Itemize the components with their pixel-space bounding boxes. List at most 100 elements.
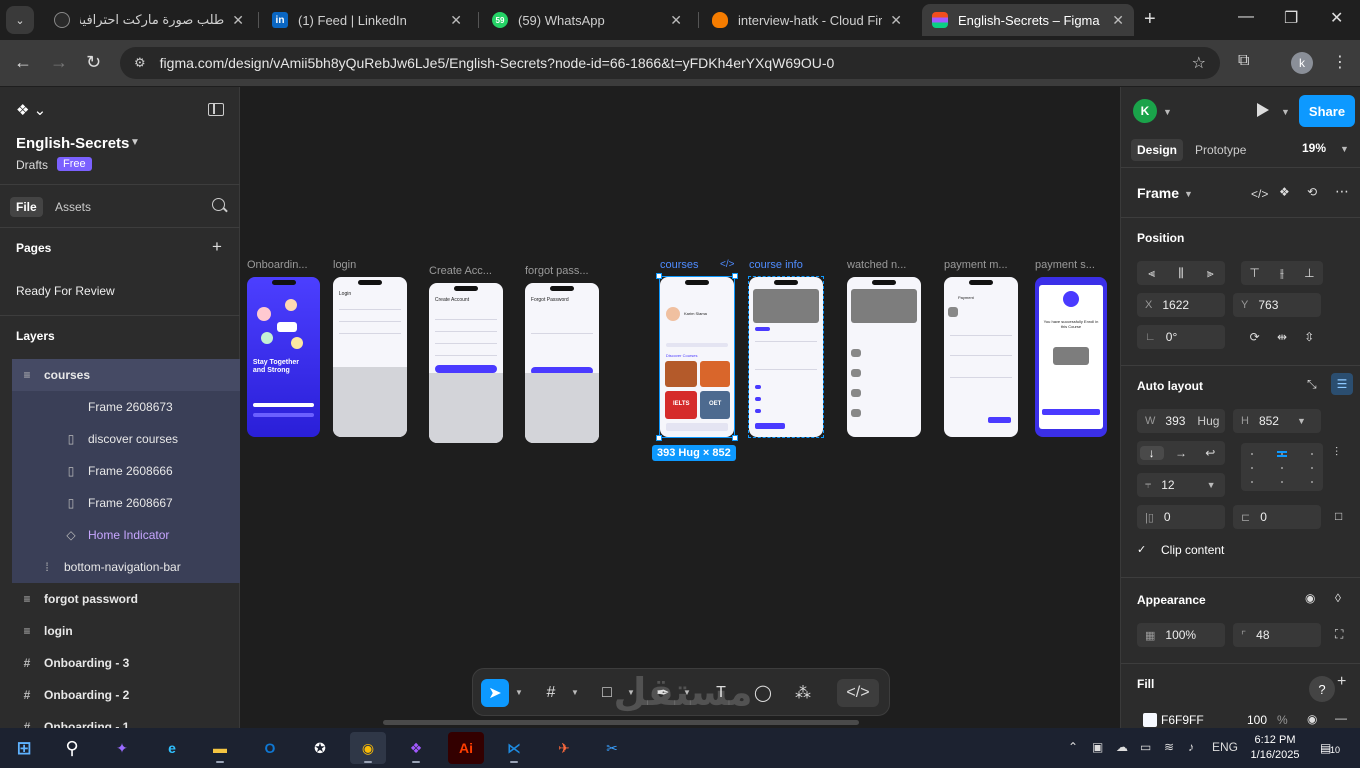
language-indicator[interactable]: ENG (1212, 740, 1238, 754)
horizontal-direction-icon[interactable]: → (1169, 446, 1193, 460)
frame-payment[interactable]: Payment (944, 277, 1018, 437)
layer-row[interactable]: ≡ login (12, 615, 240, 647)
more-options-icon[interactable]: ⋯ (1335, 183, 1349, 200)
code-icon[interactable]: </> (1251, 187, 1268, 201)
chevron-down-icon[interactable]: ▼ (1297, 416, 1306, 426)
add-page-plus-icon[interactable]: + (212, 237, 222, 257)
project-name[interactable]: English-Secrets (16, 135, 129, 152)
edge-icon[interactable]: e (154, 732, 190, 764)
frame-watched[interactable] (847, 277, 921, 437)
drafts-link[interactable]: Drafts (16, 158, 48, 172)
fill-opacity-value[interactable]: 100 (1247, 713, 1267, 727)
frame-label-login[interactable]: login (333, 259, 356, 271)
resize-handle[interactable] (656, 435, 662, 441)
eye-icon[interactable]: ◉ (1305, 591, 1315, 605)
back-arrow-icon[interactable]: ← (14, 52, 32, 73)
frame-onboarding[interactable]: Stay Together and Strong (247, 277, 320, 437)
help-button[interactable]: ? (1309, 676, 1335, 702)
frame-create-account[interactable]: Create Account (429, 283, 503, 443)
tab-linkedin[interactable]: in (1) Feed | LinkedIn ✕ (262, 4, 472, 36)
add-fill-plus-icon[interactable]: + (1337, 673, 1346, 691)
layer-row[interactable]: ⁞ bottom-navigation-bar (12, 551, 240, 583)
browser-menu-icon[interactable]: ⋮ (1332, 52, 1348, 72)
chevron-down-icon[interactable]: ▼ (571, 688, 579, 697)
layer-row[interactable]: ≡ forgot password (12, 583, 240, 615)
frame-type-label[interactable]: Frame (1137, 185, 1179, 201)
flip-horizontal-icon[interactable]: ⇹ (1270, 330, 1294, 344)
horizontal-padding-field[interactable]: |▯ 0 (1137, 505, 1225, 529)
close-tab-icon[interactable]: ✕ (890, 12, 902, 29)
frame-label-create-account[interactable]: Create Acc... (429, 265, 492, 277)
pen-tool-icon[interactable]: ✒ (649, 679, 677, 707)
vertical-padding-field[interactable]: ⊏ 0 (1233, 505, 1321, 529)
wrap-direction-icon[interactable]: ↩ (1198, 446, 1222, 460)
app-icon[interactable]: ✪ (302, 732, 338, 764)
layer-row[interactable]: ▯ Frame 2608667 (12, 487, 240, 519)
align-right-icon[interactable]: ⫸ (1198, 266, 1222, 281)
chevron-down-icon[interactable]: ▼ (1281, 107, 1290, 117)
frame-label-courses[interactable]: courses (660, 259, 699, 271)
chevron-down-icon[interactable]: ▼ (1340, 144, 1349, 154)
y-position-field[interactable]: Y 763 (1233, 293, 1321, 317)
chevron-down-icon[interactable]: ▼ (1184, 189, 1193, 199)
resize-handle[interactable] (732, 435, 738, 441)
tab-market-request[interactable]: طلب صورة ماركت احترافية ✕ (44, 4, 254, 36)
layer-row[interactable]: ▯ Frame 2608666 (12, 455, 240, 487)
page-ready-for-review[interactable]: Ready For Review (16, 284, 115, 298)
search-icon[interactable]: ⚲ (54, 732, 90, 764)
frame-label-payment-success[interactable]: payment s... (1035, 259, 1095, 271)
notification-center-icon[interactable]: ▤ 10 (1320, 739, 1340, 757)
align-bottom-icon[interactable]: ⊥ (1297, 266, 1321, 280)
search-icon[interactable] (212, 198, 225, 211)
site-settings-icon[interactable]: ⚙ (134, 55, 146, 71)
tab-assets[interactable]: Assets (49, 197, 97, 217)
xcode-icon[interactable]: ✂ (594, 732, 630, 764)
tab-prototype[interactable]: Prototype (1189, 139, 1252, 161)
panel-toggle-icon[interactable] (208, 103, 224, 116)
eye-icon[interactable]: ◉ (1307, 712, 1317, 726)
frame-label-onboarding[interactable]: Onboardin... (247, 259, 308, 271)
frame-label-payment[interactable]: payment m... (944, 259, 1008, 271)
chrome-icon[interactable]: ◉ (350, 732, 386, 764)
frame-tool-icon[interactable]: # (537, 679, 565, 707)
extensions-puzzle-icon[interactable]: ⧉ (1238, 52, 1249, 70)
outlook-icon[interactable]: O (252, 732, 288, 764)
mask-icon[interactable]: ⟲ (1307, 185, 1317, 199)
close-tab-icon[interactable]: ✕ (232, 12, 244, 29)
dev-mode-toggle-icon[interactable]: </> (837, 679, 879, 707)
wifi-icon[interactable]: ≋ (1164, 740, 1174, 754)
frame-payment-success[interactable]: You have successfully Enroll in this Cou… (1035, 277, 1107, 437)
close-window-icon[interactable]: ✕ (1330, 8, 1343, 28)
user-avatar[interactable]: K (1133, 99, 1157, 123)
bookmark-star-icon[interactable]: ☆ (1192, 53, 1206, 73)
windows-start-icon[interactable]: ⊞ (6, 732, 42, 764)
collapse-icon[interactable]: ⤡ (1307, 377, 1317, 392)
tray-display-icon[interactable]: ▭ (1140, 740, 1151, 754)
component-icon[interactable]: ❖ (1279, 185, 1290, 199)
width-mode[interactable]: Hug (1197, 414, 1219, 428)
actions-tool-icon[interactable]: ⁂ (789, 679, 817, 707)
gap-field[interactable]: ⫧ 12 ▼ (1137, 473, 1225, 497)
layer-row[interactable]: ▯ discover courses (12, 423, 240, 455)
layer-row[interactable]: # Onboarding - 2 (12, 679, 240, 711)
chevron-down-icon[interactable]: ▼ (515, 688, 523, 697)
volume-icon[interactable]: ♪ (1188, 740, 1194, 754)
chevron-down-icon[interactable]: ▼ (130, 137, 140, 148)
vscode-icon[interactable]: ⋉ (496, 732, 532, 764)
system-clock[interactable]: 6:12 PM 1/16/2025 (1250, 733, 1300, 763)
frame-login[interactable]: Login (333, 277, 407, 437)
rectangle-tool-icon[interactable]: □ (593, 679, 621, 707)
individual-padding-icon[interactable]: □ (1335, 509, 1342, 523)
postman-icon[interactable]: ✈ (546, 732, 582, 764)
tab-design[interactable]: Design (1131, 139, 1184, 161)
auto-layout-toggle-icon[interactable]: ☰ (1331, 373, 1353, 395)
zoom-level[interactable]: 19% (1302, 141, 1326, 155)
new-tab-plus-icon[interactable]: + (1144, 8, 1156, 31)
chevron-down-icon[interactable]: ▼ (627, 688, 635, 697)
vertical-direction-icon[interactable]: ↓ (1139, 446, 1164, 460)
resize-handle[interactable] (656, 273, 662, 279)
height-field[interactable]: H 852 ▼ (1233, 409, 1321, 433)
tab-figma-active[interactable]: English-Secrets – Figma ✕ (922, 4, 1134, 36)
restore-icon[interactable]: ❐ (1284, 8, 1298, 28)
layer-row[interactable]: ◇ Home Indicator (12, 519, 240, 551)
